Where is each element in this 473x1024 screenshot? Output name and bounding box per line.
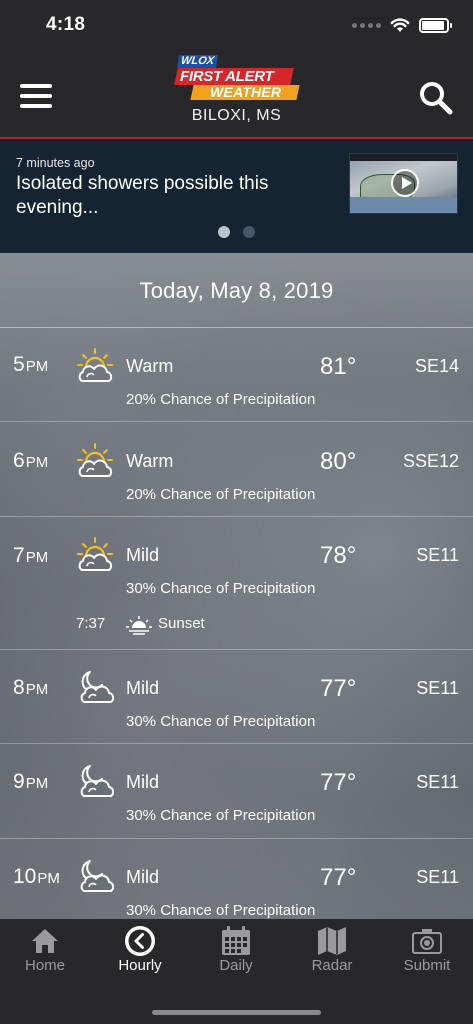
tab-submit[interactable]: Submit — [380, 919, 473, 989]
partly-cloudy-night-icon — [80, 765, 115, 797]
camera-icon — [412, 929, 442, 954]
hour-condition: Warm — [126, 356, 174, 376]
hour-time: 5PM — [13, 353, 49, 376]
logo-line2: WEATHER — [210, 84, 282, 100]
tab-radar[interactable]: Radar — [285, 919, 379, 989]
map-icon — [318, 927, 346, 955]
hour-condition: Mild — [126, 545, 160, 565]
status-indicators — [352, 14, 452, 36]
hour-wind: SE11 — [416, 867, 459, 887]
hour-time: 7PM — [13, 544, 49, 567]
menu-button[interactable] — [20, 84, 52, 108]
hour-row[interactable]: 10PM Mild 77° SE11 30% Chance of Precipi… — [0, 839, 473, 919]
date-header: Today, May 8, 2019 — [0, 253, 473, 328]
station-logo: WLOX FIRST ALERT WEATHER — [172, 54, 302, 102]
hour-precipitation: 30% Chance of Precipitation — [126, 807, 316, 824]
hour-time: 6PM — [13, 449, 49, 472]
battery-icon — [419, 17, 452, 33]
tab-hourly[interactable]: Hourly — [93, 919, 187, 989]
hour-row[interactable]: 7PM Mild 78° SE11 30% Chance of Precipit… — [0, 517, 473, 650]
hour-row[interactable]: 5PM Warm 81° SE14 20% Chance of Precipit… — [0, 328, 473, 422]
hour-precipitation: 30% Chance of Precipitation — [126, 580, 316, 597]
hour-time: 10PM — [13, 865, 60, 888]
page-dot-2[interactable] — [243, 226, 255, 238]
hour-temperature: 78° — [320, 542, 357, 569]
hour-row[interactable]: 9PM Mild 77° SE11 30% Chance of Precipit… — [0, 744, 473, 839]
hour-row[interactable]: 6PM Warm 80° SSE12 20% Chance of Precipi… — [0, 422, 473, 517]
hour-precipitation: 20% Chance of Precipitation — [126, 391, 316, 408]
hourly-forecast-panel: Today, May 8, 2019 5PM Warm 81° SE14 20%… — [0, 253, 473, 919]
logo-line1: FIRST ALERT — [180, 68, 274, 85]
clock-icon — [125, 926, 155, 956]
app-header: 4:18 WLOX FIRST ALERT WEATHER BILOXI, MS — [0, 0, 473, 138]
wifi-icon — [390, 18, 410, 32]
carousel-pagination — [0, 226, 473, 238]
tab-label: Home — [24, 957, 65, 974]
hour-wind: SE11 — [416, 545, 459, 565]
hour-precipitation: 30% Chance of Precipitation — [126, 713, 316, 730]
hour-time: 8PM — [13, 676, 49, 699]
alert-timestamp: 7 minutes ago — [16, 156, 95, 170]
hour-wind: SE11 — [416, 772, 459, 792]
hour-temperature: 77° — [320, 769, 357, 796]
tab-home[interactable]: Home — [0, 919, 92, 989]
partly-cloudy-night-icon — [80, 860, 115, 892]
partly-sunny-icon — [77, 537, 113, 571]
cellular-signal-icon — [352, 22, 381, 28]
sunset-icon — [126, 616, 152, 635]
hour-wind: SE14 — [414, 356, 459, 376]
hour-row[interactable]: 8PM Mild 77° SE11 30% Chance of Precipit… — [0, 650, 473, 744]
tab-label: Submit — [403, 957, 451, 974]
status-time: 4:18 — [46, 14, 86, 35]
forecast-date: Today, May 8, 2019 — [139, 278, 334, 303]
hour-temperature: 77° — [320, 675, 357, 702]
tab-daily[interactable]: Daily — [189, 919, 283, 989]
hour-condition: Mild — [126, 867, 160, 887]
hour-condition: Warm — [126, 451, 174, 471]
location-label: BILOXI, MS — [191, 107, 282, 124]
hour-wind: SE11 — [416, 678, 459, 698]
alert-title[interactable]: Isolated showers possible this evening..… — [16, 172, 316, 220]
hour-time: 9PM — [13, 770, 49, 793]
sunset-label: Sunset — [158, 615, 205, 632]
play-icon[interactable] — [391, 169, 419, 197]
hour-wind: SSE12 — [402, 451, 459, 471]
search-icon[interactable] — [418, 80, 454, 116]
status-bar: 4:18 — [0, 0, 473, 50]
home-icon — [32, 929, 58, 953]
hour-condition: Mild — [126, 772, 160, 792]
partly-sunny-icon — [77, 443, 113, 477]
partly-sunny-icon — [77, 348, 113, 382]
page-dot-1[interactable] — [218, 226, 230, 238]
calendar-icon — [222, 926, 250, 955]
bottom-tab-bar: Home Hourly Daily Radar Submit — [0, 919, 473, 1024]
logo-station: WLOX — [177, 55, 218, 68]
partly-cloudy-night-icon — [80, 671, 115, 703]
home-indicator — [152, 1010, 321, 1015]
tab-label: Hourly — [118, 957, 162, 974]
sunset-time: 7:37 — [76, 615, 106, 632]
alert-video-thumbnail[interactable] — [349, 153, 458, 214]
hour-precipitation: 30% Chance of Precipitation — [126, 902, 316, 919]
tab-label: Radar — [311, 957, 353, 974]
hour-temperature: 77° — [320, 864, 357, 891]
hour-temperature: 80° — [320, 448, 357, 475]
hour-precipitation: 20% Chance of Precipitation — [126, 486, 316, 503]
hour-temperature: 81° — [320, 353, 357, 380]
tab-label: Daily — [219, 957, 253, 974]
hour-condition: Mild — [126, 678, 160, 698]
